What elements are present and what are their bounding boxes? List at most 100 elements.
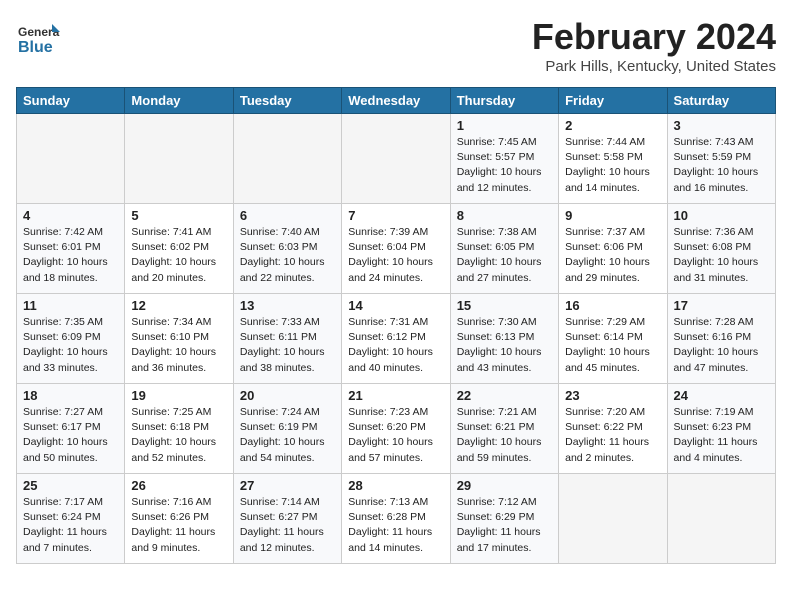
day-number: 25 [23, 478, 118, 493]
day-number: 24 [674, 388, 769, 403]
day-number: 10 [674, 208, 769, 223]
day-info: Sunrise: 7:43 AM Sunset: 5:59 PM Dayligh… [674, 135, 769, 196]
calendar-day-cell: 23 Sunrise: 7:20 AM Sunset: 6:22 PM Dayli… [559, 384, 667, 474]
calendar-week-row: 11 Sunrise: 7:35 AM Sunset: 6:09 PM Dayli… [17, 294, 776, 384]
calendar-week-row: 18 Sunrise: 7:27 AM Sunset: 6:17 PM Dayli… [17, 384, 776, 474]
calendar-day-cell [342, 114, 450, 204]
day-number: 13 [240, 298, 335, 313]
calendar-day-cell: 29Sunrise: 7:12 AM Sunset: 6:29 PM Dayli… [450, 474, 558, 564]
day-number: 19 [131, 388, 226, 403]
day-number: 18 [23, 388, 118, 403]
calendar-table: SundayMondayTuesdayWednesdayThursdayFrid… [16, 87, 776, 564]
calendar-day-cell: 6 Sunrise: 7:40 AM Sunset: 6:03 PM Daylig… [233, 204, 341, 294]
day-info: Sunrise: 7:42 AM Sunset: 6:01 PM Dayligh… [23, 225, 118, 286]
day-number: 8 [457, 208, 552, 223]
weekday-header: Monday [125, 88, 233, 114]
day-number: 5 [131, 208, 226, 223]
calendar-day-cell [233, 114, 341, 204]
weekday-header: Wednesday [342, 88, 450, 114]
day-info: Sunrise: 7:44 AM Sunset: 5:58 PM Dayligh… [565, 135, 660, 196]
day-info: Sunrise: 7:39 AM Sunset: 6:04 PM Dayligh… [348, 225, 443, 286]
calendar-day-cell: 4 Sunrise: 7:42 AM Sunset: 6:01 PM Daylig… [17, 204, 125, 294]
day-info: Sunrise: 7:19 AM Sunset: 6:23 PM Dayligh… [674, 405, 769, 466]
day-info: Sunrise: 7:28 AM Sunset: 6:16 PM Dayligh… [674, 315, 769, 376]
calendar-day-cell [125, 114, 233, 204]
day-info: Sunrise: 7:40 AM Sunset: 6:03 PM Dayligh… [240, 225, 335, 286]
calendar-day-cell: 17 Sunrise: 7:28 AM Sunset: 6:16 PM Dayli… [667, 294, 775, 384]
calendar-day-cell: 3Sunrise: 7:43 AM Sunset: 5:59 PM Daylig… [667, 114, 775, 204]
calendar-day-cell: 8 Sunrise: 7:38 AM Sunset: 6:05 PM Daylig… [450, 204, 558, 294]
day-info: Sunrise: 7:20 AM Sunset: 6:22 PM Dayligh… [565, 405, 660, 466]
day-number: 14 [348, 298, 443, 313]
calendar-week-row: 1 Sunrise: 7:45 AM Sunset: 5:57 PM Daylig… [17, 114, 776, 204]
weekday-header: Thursday [450, 88, 558, 114]
day-info: Sunrise: 7:14 AM Sunset: 6:27 PM Dayligh… [240, 495, 335, 556]
calendar-week-row: 25 Sunrise: 7:17 AM Sunset: 6:24 PM Dayli… [17, 474, 776, 564]
day-number: 23 [565, 388, 660, 403]
calendar-day-cell: 22 Sunrise: 7:21 AM Sunset: 6:21 PM Dayli… [450, 384, 558, 474]
calendar-day-cell: 27 Sunrise: 7:14 AM Sunset: 6:27 PM Dayli… [233, 474, 341, 564]
calendar-day-cell: 7Sunrise: 7:39 AM Sunset: 6:04 PM Daylig… [342, 204, 450, 294]
calendar-day-cell: 5 Sunrise: 7:41 AM Sunset: 6:02 PM Daylig… [125, 204, 233, 294]
calendar-week-row: 4 Sunrise: 7:42 AM Sunset: 6:01 PM Daylig… [17, 204, 776, 294]
day-info: Sunrise: 7:13 AM Sunset: 6:28 PM Dayligh… [348, 495, 443, 556]
calendar-day-cell: 21Sunrise: 7:23 AM Sunset: 6:20 PM Dayli… [342, 384, 450, 474]
day-number: 1 [457, 118, 552, 133]
day-number: 15 [457, 298, 552, 313]
day-info: Sunrise: 7:35 AM Sunset: 6:09 PM Dayligh… [23, 315, 118, 376]
day-number: 6 [240, 208, 335, 223]
day-info: Sunrise: 7:36 AM Sunset: 6:08 PM Dayligh… [674, 225, 769, 286]
day-number: 27 [240, 478, 335, 493]
day-info: Sunrise: 7:24 AM Sunset: 6:19 PM Dayligh… [240, 405, 335, 466]
calendar-day-cell: 25 Sunrise: 7:17 AM Sunset: 6:24 PM Dayli… [17, 474, 125, 564]
day-info: Sunrise: 7:31 AM Sunset: 6:12 PM Dayligh… [348, 315, 443, 376]
day-info: Sunrise: 7:45 AM Sunset: 5:57 PM Dayligh… [457, 135, 552, 196]
calendar-day-cell: 10 Sunrise: 7:36 AM Sunset: 6:08 PM Dayli… [667, 204, 775, 294]
day-info: Sunrise: 7:21 AM Sunset: 6:21 PM Dayligh… [457, 405, 552, 466]
calendar-day-cell: 19 Sunrise: 7:25 AM Sunset: 6:18 PM Dayli… [125, 384, 233, 474]
day-number: 17 [674, 298, 769, 313]
calendar-day-cell: 1 Sunrise: 7:45 AM Sunset: 5:57 PM Daylig… [450, 114, 558, 204]
calendar-day-cell: 20 Sunrise: 7:24 AM Sunset: 6:19 PM Dayli… [233, 384, 341, 474]
calendar-day-cell: 14 Sunrise: 7:31 AM Sunset: 6:12 PM Dayli… [342, 294, 450, 384]
calendar-day-cell: 12 Sunrise: 7:34 AM Sunset: 6:10 PM Dayli… [125, 294, 233, 384]
calendar-day-cell: 11 Sunrise: 7:35 AM Sunset: 6:09 PM Dayli… [17, 294, 125, 384]
calendar-day-cell: 28 Sunrise: 7:13 AM Sunset: 6:28 PM Dayli… [342, 474, 450, 564]
day-info: Sunrise: 7:27 AM Sunset: 6:17 PM Dayligh… [23, 405, 118, 466]
day-info: Sunrise: 7:41 AM Sunset: 6:02 PM Dayligh… [131, 225, 226, 286]
month-title: February 2024 [532, 16, 776, 58]
weekday-header: Sunday [17, 88, 125, 114]
day-info: Sunrise: 7:23 AM Sunset: 6:20 PM Dayligh… [348, 405, 443, 466]
calendar-day-cell [667, 474, 775, 564]
day-info: Sunrise: 7:38 AM Sunset: 6:05 PM Dayligh… [457, 225, 552, 286]
day-number: 9 [565, 208, 660, 223]
day-number: 11 [23, 298, 118, 313]
calendar-day-cell: 9Sunrise: 7:37 AM Sunset: 6:06 PM Daylig… [559, 204, 667, 294]
day-number: 26 [131, 478, 226, 493]
calendar-day-cell: 24 Sunrise: 7:19 AM Sunset: 6:23 PM Dayli… [667, 384, 775, 474]
day-info: Sunrise: 7:33 AM Sunset: 6:11 PM Dayligh… [240, 315, 335, 376]
calendar-day-cell: 18 Sunrise: 7:27 AM Sunset: 6:17 PM Dayli… [17, 384, 125, 474]
calendar-day-cell: 26Sunrise: 7:16 AM Sunset: 6:26 PM Dayli… [125, 474, 233, 564]
calendar-day-cell: 15 Sunrise: 7:30 AM Sunset: 6:13 PM Dayli… [450, 294, 558, 384]
logo-icon: General Blue [16, 16, 60, 60]
logo: General Blue [16, 16, 64, 60]
day-number: 2 [565, 118, 660, 133]
calendar-day-cell: 13 Sunrise: 7:33 AM Sunset: 6:11 PM Dayli… [233, 294, 341, 384]
day-info: Sunrise: 7:12 AM Sunset: 6:29 PM Dayligh… [457, 495, 552, 556]
day-info: Sunrise: 7:34 AM Sunset: 6:10 PM Dayligh… [131, 315, 226, 376]
calendar-day-cell [17, 114, 125, 204]
day-info: Sunrise: 7:30 AM Sunset: 6:13 PM Dayligh… [457, 315, 552, 376]
day-number: 16 [565, 298, 660, 313]
weekday-header-row: SundayMondayTuesdayWednesdayThursdayFrid… [17, 88, 776, 114]
day-number: 4 [23, 208, 118, 223]
day-number: 12 [131, 298, 226, 313]
day-info: Sunrise: 7:17 AM Sunset: 6:24 PM Dayligh… [23, 495, 118, 556]
day-number: 20 [240, 388, 335, 403]
day-info: Sunrise: 7:25 AM Sunset: 6:18 PM Dayligh… [131, 405, 226, 466]
day-number: 28 [348, 478, 443, 493]
svg-text:Blue: Blue [18, 39, 53, 56]
weekday-header: Tuesday [233, 88, 341, 114]
calendar-day-cell [559, 474, 667, 564]
day-number: 22 [457, 388, 552, 403]
